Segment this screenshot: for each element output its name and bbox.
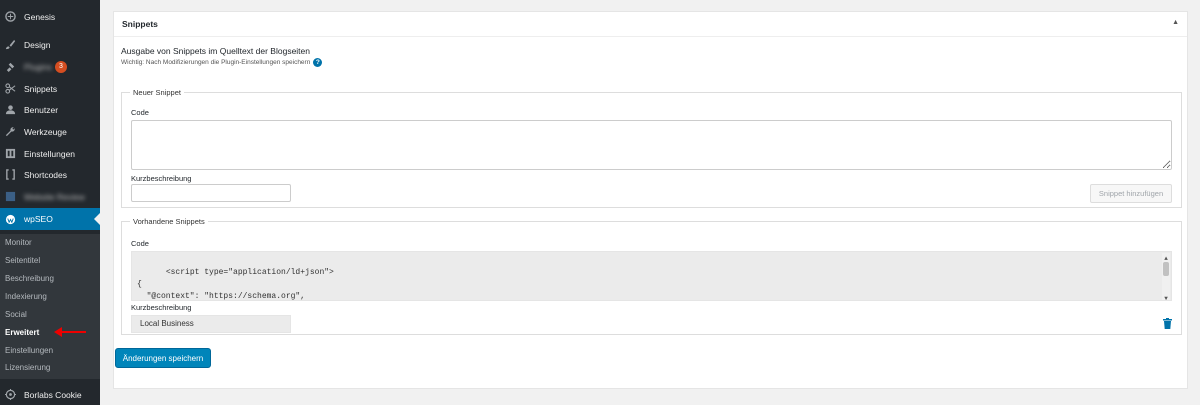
sidebar-item-label: Genesis	[24, 11, 56, 22]
sidebar-item-einstellungen[interactable]: Einstellungen	[0, 143, 100, 164]
sidebar-item-shortcodes[interactable]: Shortcodes	[0, 164, 100, 185]
admin-sidebar: Genesis Design Plugins 3 Snippets Benutz…	[0, 0, 100, 405]
submenu-item-seitentitel[interactable]: Seitentitel	[5, 256, 40, 265]
sidebar-item-label: Shortcodes	[24, 169, 67, 180]
existing-snippets-legend: Vorhandene Snippets	[130, 217, 208, 226]
existing-snippet-code-textarea[interactable]: <script type="application/ld+json"> { "@…	[131, 251, 1172, 301]
sidebar-item-label: Plugins	[24, 61, 52, 72]
panel-note: Wichtig: Nach Modifizierungen die Plugin…	[121, 58, 323, 67]
scissors-icon	[4, 83, 16, 95]
new-snippet-fieldset: Neuer Snippet Code Kurzbeschreibung Snip…	[121, 88, 1182, 208]
existing-snippets-fieldset: Vorhandene Snippets Code <script type="a…	[121, 217, 1182, 335]
sidebar-item-design[interactable]: Design	[0, 34, 100, 55]
submenu-item-einstellungen[interactable]: Einstellungen	[5, 346, 53, 355]
sidebar-item-label: Borlabs Cookie	[24, 389, 82, 400]
settings-icon	[4, 148, 16, 160]
new-snippet-code-textarea[interactable]	[131, 120, 1172, 170]
wrench-icon	[4, 126, 16, 138]
sidebar-item-werkzeuge[interactable]: Werkzeuge	[0, 121, 100, 142]
brackets-icon	[4, 169, 16, 181]
annotation-arrow-erweitert	[54, 327, 86, 337]
submenu-item-indexierung[interactable]: Indexierung	[5, 292, 47, 301]
sidebar-item-wpseo[interactable]: wpSEO	[0, 208, 100, 230]
scrollbar-thumb[interactable]	[1163, 262, 1169, 276]
code-label: Code	[131, 239, 149, 248]
submenu-item-beschreibung[interactable]: Beschreibung	[5, 274, 54, 283]
sidebar-item-snippets[interactable]: Snippets	[0, 78, 100, 99]
user-icon	[4, 104, 16, 116]
cookie-icon	[4, 389, 16, 401]
update-count-badge: 3	[54, 60, 67, 73]
paintbrush-icon	[4, 39, 16, 51]
submenu-item-monitor[interactable]: Monitor	[5, 238, 32, 247]
sidebar-item-label: wpSEO	[24, 214, 53, 224]
add-snippet-button[interactable]: Snippet hinzufügen	[1090, 184, 1172, 203]
scroll-down-icon[interactable]: ▼	[1162, 293, 1170, 300]
sidebar-item-plugins[interactable]: Plugins 3	[0, 56, 100, 77]
trash-icon[interactable]	[1163, 318, 1172, 329]
code-scrollbar[interactable]: ▲ ▼	[1162, 253, 1170, 300]
existing-snippet-code-text: <script type="application/ld+json"> { "@…	[137, 268, 334, 301]
sidebar-item-label: Website Review	[24, 191, 85, 202]
sidebar-item-label: Snippets	[24, 83, 58, 94]
existing-snippet-short-description[interactable]: Local Business	[131, 315, 291, 333]
help-icon[interactable]: ?	[313, 58, 323, 67]
plugin-icon	[4, 61, 16, 73]
sidebar-item-label: Einstellungen	[24, 148, 76, 159]
wpseo-icon	[4, 213, 16, 225]
sidebar-item-borlabs-cookie[interactable]: Borlabs Cookie	[0, 384, 100, 405]
collapse-arrow-icon[interactable]: ▲	[1172, 19, 1179, 26]
scroll-up-icon[interactable]: ▲	[1162, 253, 1170, 262]
genesis-icon	[4, 11, 16, 23]
sidebar-item-benutzer[interactable]: Benutzer	[0, 99, 100, 120]
snippets-panel: Snippets ▲ Ausgabe von Snippets im Quell…	[113, 11, 1188, 389]
panel-description: Ausgabe von Snippets im Quelltext der Bl…	[121, 46, 311, 56]
chart-icon	[4, 191, 16, 203]
save-changes-button[interactable]: Änderungen speichern	[115, 348, 211, 368]
code-label: Code	[131, 108, 149, 117]
new-snippet-short-description-input[interactable]	[131, 184, 291, 202]
sidebar-item-label: Werkzeuge	[24, 126, 67, 137]
short-description-label: Kurzbeschreibung	[131, 174, 192, 183]
short-description-label: Kurzbeschreibung	[131, 303, 192, 312]
active-indicator	[94, 213, 100, 225]
sidebar-item-website-review[interactable]: Website Review	[0, 186, 100, 207]
submenu-item-social[interactable]: Social	[5, 310, 27, 319]
submenu-item-lizensierung[interactable]: Lizensierung	[5, 363, 50, 372]
wpseo-submenu: Monitor Seitentitel Beschreibung Indexie…	[0, 234, 100, 379]
sidebar-item-label: Benutzer	[24, 104, 59, 115]
sidebar-item-label: Design	[24, 39, 51, 50]
note-text: Wichtig: Nach Modifizierungen die Plugin…	[121, 59, 311, 66]
submenu-item-erweitert[interactable]: Erweitert	[5, 328, 39, 337]
panel-title: Snippets	[122, 19, 158, 29]
panel-header[interactable]: Snippets ▲	[114, 12, 1187, 37]
new-snippet-legend: Neuer Snippet	[130, 88, 184, 97]
sidebar-item-genesis[interactable]: Genesis	[0, 6, 100, 27]
